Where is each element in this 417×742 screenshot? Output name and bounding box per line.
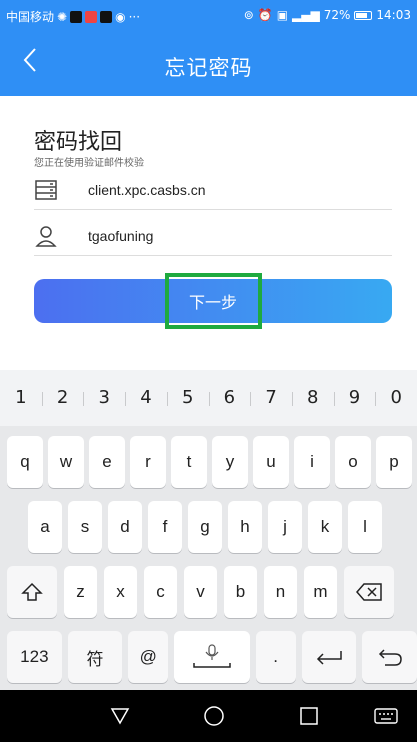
server-value: client.xpc.casbs.cn <box>88 181 206 198</box>
key-m[interactable]: m <box>304 566 337 618</box>
key-0[interactable]: 0 <box>375 370 417 426</box>
server-field[interactable]: client.xpc.casbs.cn <box>34 170 392 210</box>
key-x[interactable]: x <box>104 566 137 618</box>
user-icon <box>34 224 58 248</box>
key-4[interactable]: 4 <box>125 370 167 426</box>
enter-key[interactable] <box>301 631 357 683</box>
soft-keyboard: 1 2 3 4 5 6 7 8 9 0 q w e r t y u i o p … <box>0 370 417 690</box>
key-row-1: q w e r t y u i o p <box>0 436 417 488</box>
page-title: 忘记密码 <box>164 56 253 80</box>
key-v[interactable]: v <box>184 566 217 618</box>
key-6[interactable]: 6 <box>208 370 251 426</box>
recents-square-icon[interactable] <box>295 702 323 730</box>
username-field[interactable]: tgaofuning <box>34 216 392 256</box>
at-key[interactable]: @ <box>128 631 169 683</box>
battery-percent: 72% <box>323 8 351 22</box>
keyboard-icon[interactable] <box>372 702 400 730</box>
key-9[interactable]: 9 <box>333 370 376 426</box>
next-step-button[interactable]: 下一步 <box>34 279 392 323</box>
sun-icon: ✺ <box>57 9 68 24</box>
nfc-icon: ⊚ <box>243 8 254 22</box>
home-circle-icon[interactable] <box>200 702 228 730</box>
key-u[interactable]: u <box>253 436 289 488</box>
key-3[interactable]: 3 <box>83 370 125 426</box>
key-row-2: a s d f g h j k l <box>0 501 417 553</box>
key-s[interactable]: s <box>68 501 102 553</box>
title-bar: 忘记密码 <box>0 30 417 96</box>
key-r[interactable]: r <box>130 436 166 488</box>
app-icon <box>70 10 83 23</box>
key-row-3: z x c v b n m <box>0 566 417 618</box>
recovery-form: 密码找回 您正在使用验证邮件校验 client.xpc.casbs.cn tga… <box>0 96 417 370</box>
numbers-toggle-key[interactable]: 123 <box>7 631 62 683</box>
form-heading: 密码找回 <box>34 130 123 155</box>
key-q[interactable]: q <box>7 436 43 488</box>
key-row-4: 123 符 @ . <box>0 631 417 683</box>
carrier-label: 中国移动 <box>6 10 55 24</box>
enter-arrow-icon <box>316 651 342 665</box>
username-value: tgaofuning <box>88 227 154 244</box>
status-left: 中国移动 ✺ ◉ ··· <box>6 8 140 25</box>
key-f[interactable]: f <box>148 501 182 553</box>
backspace-icon <box>356 583 382 601</box>
back-triangle-icon[interactable] <box>106 702 134 730</box>
key-8[interactable]: 8 <box>291 370 334 426</box>
key-h[interactable]: h <box>228 501 262 553</box>
number-row: 1 2 3 4 5 6 7 8 9 0 <box>0 370 417 426</box>
key-i[interactable]: i <box>294 436 330 488</box>
hd-icon: ▣ <box>276 8 289 22</box>
key-2[interactable]: 2 <box>41 370 84 426</box>
alarm-icon: ⏰ <box>257 8 273 22</box>
shift-arrow-icon <box>21 582 43 601</box>
status-right: ⊚ ⏰ ▣ ▂▄▆ 72% 14:03 <box>244 8 411 22</box>
key-7[interactable]: 7 <box>250 370 292 426</box>
server-icon <box>34 178 58 202</box>
period-key[interactable]: . <box>255 631 296 683</box>
key-g[interactable]: g <box>188 501 222 553</box>
key-c[interactable]: c <box>144 566 177 618</box>
app-icon <box>85 10 98 23</box>
key-t[interactable]: t <box>171 436 207 488</box>
backspace-key[interactable] <box>344 566 394 618</box>
key-j[interactable]: j <box>268 501 302 553</box>
key-z[interactable]: z <box>64 566 97 618</box>
key-k[interactable]: k <box>308 501 342 553</box>
undo-icon <box>378 649 402 666</box>
key-l[interactable]: l <box>348 501 382 553</box>
signal-icon: ▂▄▆ <box>292 8 320 22</box>
form-subtitle: 您正在使用验证邮件校验 <box>34 158 144 169</box>
app-icon <box>100 10 113 23</box>
key-b[interactable]: b <box>224 566 257 618</box>
shift-key[interactable] <box>7 566 57 618</box>
battery-icon <box>354 10 373 20</box>
more-notifications-icon: ··· <box>128 9 141 24</box>
key-1[interactable]: 1 <box>0 370 42 426</box>
key-5[interactable]: 5 <box>166 370 209 426</box>
key-a[interactable]: a <box>28 501 62 553</box>
key-o[interactable]: o <box>335 436 371 488</box>
clock: 14:03 <box>376 8 411 22</box>
key-d[interactable]: d <box>108 501 142 553</box>
key-e[interactable]: e <box>89 436 125 488</box>
microphone-space-icon <box>193 644 231 668</box>
status-bar: 中国移动 ✺ ◉ ··· ⊚ ⏰ ▣ ▂▄▆ 72% 14:03 <box>0 0 417 30</box>
symbol-key[interactable]: 符 <box>67 631 123 683</box>
space-key[interactable] <box>174 631 250 683</box>
key-p[interactable]: p <box>376 436 412 488</box>
app-icon: ◉ <box>115 9 126 24</box>
key-n[interactable]: n <box>264 566 297 618</box>
navigation-bar <box>0 690 417 742</box>
undo-key[interactable] <box>362 631 417 683</box>
key-y[interactable]: y <box>212 436 248 488</box>
key-w[interactable]: w <box>48 436 84 488</box>
